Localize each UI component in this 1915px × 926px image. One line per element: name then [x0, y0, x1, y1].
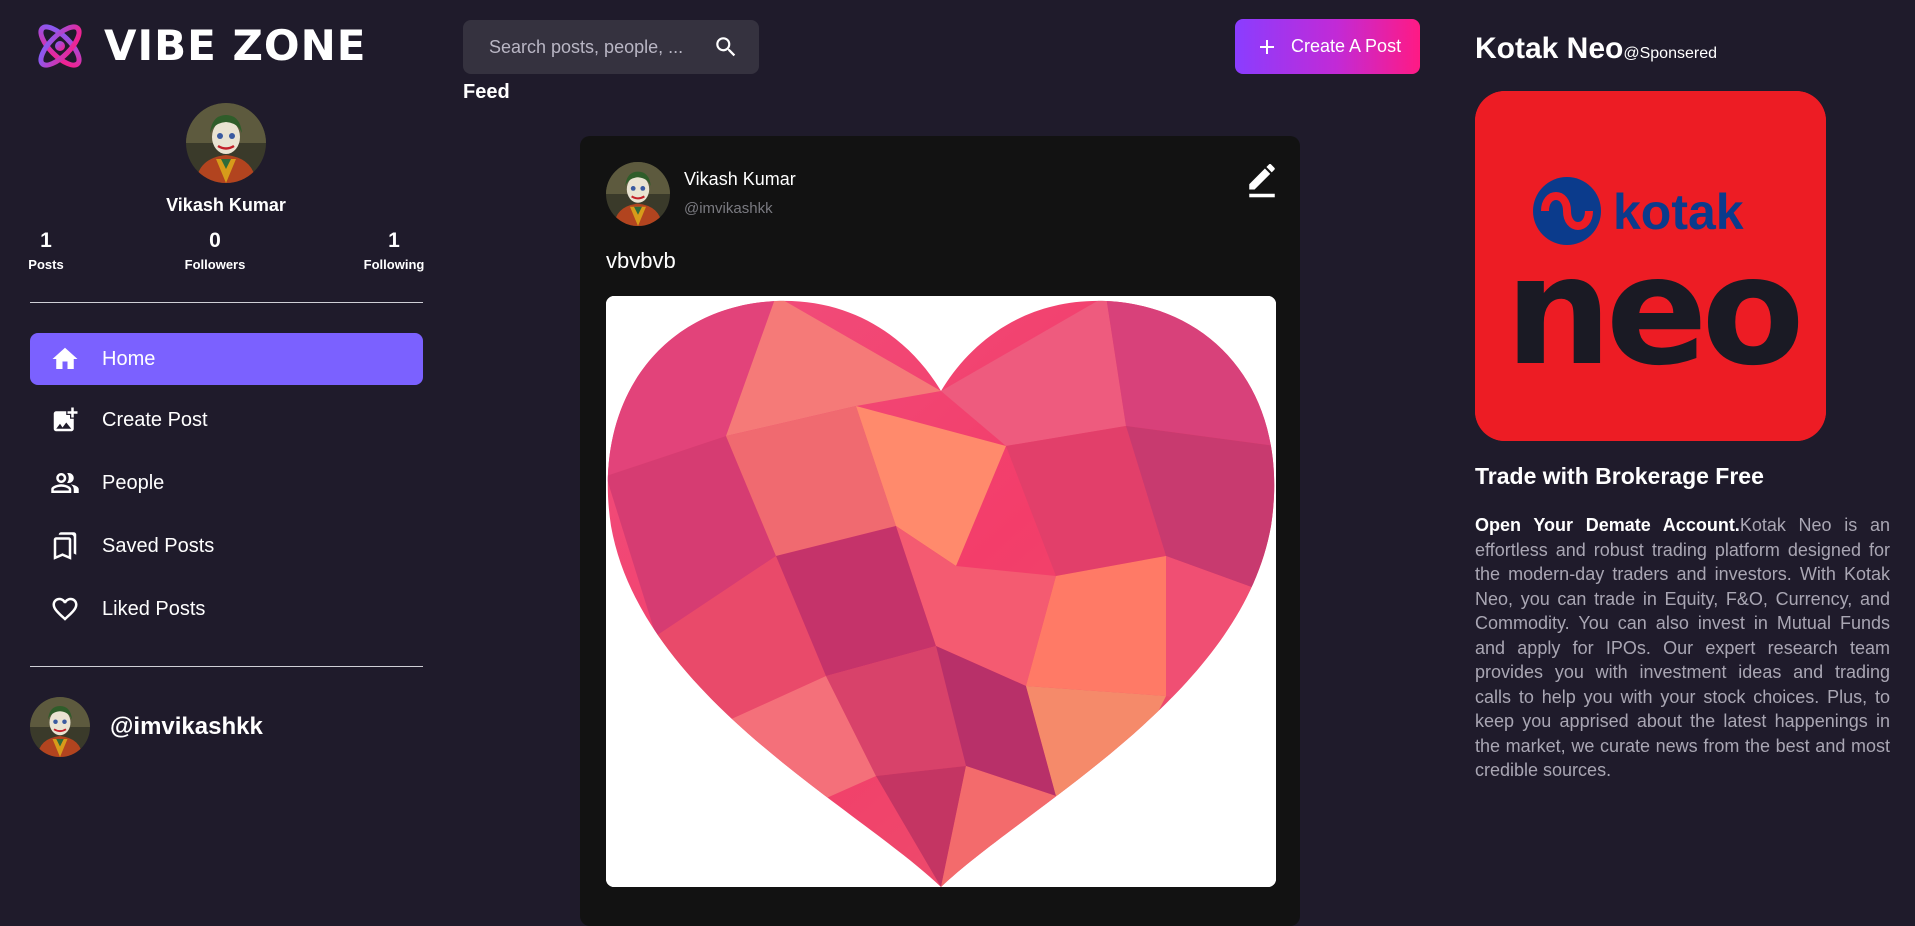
- people-icon: [50, 468, 80, 498]
- profile-name: Vikash Kumar: [166, 195, 286, 215]
- sidebar-item-label: Liked Posts: [102, 597, 206, 620]
- sponsored-description: Kotak Neo is an effortless and robust tr…: [1475, 515, 1890, 780]
- profile-avatar[interactable]: [186, 103, 266, 183]
- sidebar-item-label: Create Post: [102, 408, 208, 431]
- post-image[interactable]: [606, 296, 1276, 887]
- post-author-name[interactable]: Vikash Kumar: [684, 169, 796, 190]
- current-user[interactable]: @imvikashkk: [30, 697, 263, 757]
- edit-icon[interactable]: [1245, 163, 1279, 198]
- post-caption: vbvbvb: [606, 248, 676, 273]
- sponsored-headline: Trade with Brokerage Free: [1475, 463, 1764, 489]
- stat-label: Posts: [28, 257, 64, 272]
- stat-value: 1: [388, 229, 400, 252]
- stat-label: Following: [363, 257, 425, 272]
- sidebar-item-create-post[interactable]: Create Post: [30, 394, 423, 446]
- current-user-handle: @imvikashkk: [110, 713, 263, 740]
- logo-word-neo: neo: [1505, 225, 1799, 399]
- add-photo-icon: [50, 405, 80, 435]
- sponsored-lead: Open Your Demate Account.: [1475, 515, 1740, 535]
- feed-title: Feed: [463, 81, 510, 103]
- sponsored-title: Kotak Neo: [1475, 32, 1624, 65]
- stat-followers: 0 Followers: [175, 229, 255, 272]
- stat-label: Followers: [184, 257, 246, 272]
- post-author-handle: @imvikashkk: [684, 200, 773, 217]
- sidebar-item-label: Saved Posts: [102, 534, 215, 557]
- stat-following: 1 Following: [356, 229, 432, 272]
- logo-text: VIBE ZONE: [104, 21, 367, 70]
- create-post-label: Create A Post: [1291, 36, 1402, 56]
- logo-atom-icon: [38, 24, 82, 68]
- avatar-image: [186, 103, 266, 183]
- sponsored-image[interactable]: kotak neo: [1475, 91, 1826, 441]
- kotak-neo-logo: kotak neo: [1475, 91, 1826, 441]
- avatar-image: [606, 162, 670, 226]
- search-input[interactable]: [487, 35, 701, 59]
- avatar: [30, 697, 90, 757]
- plus-icon: [1255, 35, 1279, 59]
- stat-value: 1: [40, 229, 52, 252]
- stat-posts: 1 Posts: [16, 229, 76, 272]
- sponsored-body: Open Your Demate Account.Kotak Neo is an…: [1475, 513, 1890, 783]
- post-author-avatar[interactable]: [606, 162, 670, 226]
- app-logo[interactable]: VIBE ZONE: [32, 18, 366, 74]
- heart-image: [606, 296, 1276, 887]
- search-icon[interactable]: [713, 34, 739, 60]
- sidebar-item-label: Home: [102, 347, 156, 370]
- sidebar-item-liked-posts[interactable]: Liked Posts: [30, 583, 423, 635]
- search-bar: [463, 20, 759, 74]
- sponsored-tag: @Sponsered: [1623, 45, 1717, 62]
- sidebar-item-saved-posts[interactable]: Saved Posts: [30, 520, 423, 572]
- sidebar-item-home[interactable]: Home: [30, 333, 423, 385]
- sidebar-divider: [30, 666, 423, 667]
- bookmark-icon: [50, 531, 80, 561]
- sidebar-item-label: People: [102, 471, 165, 494]
- sponsored-header: Kotak Neo @Sponsered: [1475, 32, 1717, 66]
- sidebar-item-people[interactable]: People: [30, 457, 423, 509]
- avatar-image: [30, 697, 90, 757]
- home-icon: [50, 344, 80, 374]
- heart-icon: [50, 594, 80, 624]
- sidebar-divider: [30, 302, 423, 303]
- stat-value: 0: [209, 229, 221, 252]
- create-post-button[interactable]: Create A Post: [1235, 19, 1420, 74]
